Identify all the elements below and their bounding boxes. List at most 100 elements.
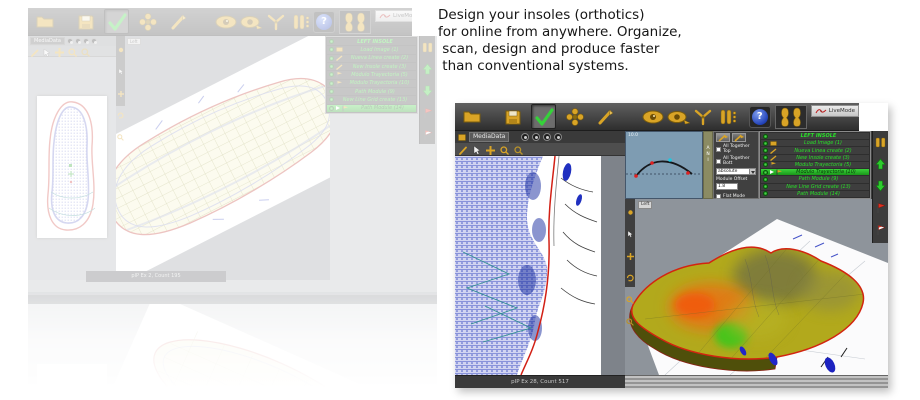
rotate-icon[interactable] bbox=[117, 104, 124, 123]
calibration-flower-icon[interactable] bbox=[562, 104, 587, 129]
all-together-top-checkbox[interactable] bbox=[716, 147, 721, 152]
nav-first-button[interactable] bbox=[67, 38, 73, 44]
mode-select[interactable]: absolute bbox=[716, 168, 756, 175]
history-step[interactable]: Módulo Trayectoria (5) bbox=[761, 162, 869, 168]
footprints-pair-icon[interactable] bbox=[775, 105, 807, 129]
eye-view-icon[interactable] bbox=[640, 104, 665, 129]
help-button[interactable]: ? bbox=[313, 11, 335, 33]
eye-design-icon[interactable] bbox=[238, 9, 263, 34]
insole-compare-icon[interactable] bbox=[715, 104, 740, 129]
rotate-icon[interactable] bbox=[626, 267, 634, 286]
light-icon[interactable] bbox=[118, 38, 124, 57]
history-step-selected[interactable]: Módulo Trayectoria (10) bbox=[761, 169, 869, 175]
flag-red-icon[interactable] bbox=[876, 199, 886, 218]
nav-last-button[interactable] bbox=[554, 133, 562, 141]
history-step[interactable]: Nueva Linea create (2) bbox=[327, 55, 416, 62]
nav-next-button[interactable] bbox=[543, 133, 551, 141]
scan-view[interactable] bbox=[455, 156, 625, 375]
step-enabled-icon[interactable] bbox=[763, 184, 768, 189]
save-icon[interactable] bbox=[500, 104, 525, 129]
step-enabled-icon[interactable] bbox=[763, 191, 768, 196]
move-cross-icon[interactable] bbox=[627, 245, 634, 264]
history-step[interactable]: New Insole create (3) bbox=[761, 155, 869, 161]
footprints-pair-icon[interactable] bbox=[339, 10, 371, 34]
history-step[interactable]: New Insole create (3) bbox=[327, 63, 416, 70]
history-step[interactable]: Path Module (14) bbox=[761, 191, 869, 197]
zoom-in-icon[interactable] bbox=[626, 311, 634, 330]
history-step[interactable]: Load Image (1) bbox=[327, 46, 416, 53]
step-enabled-icon[interactable] bbox=[763, 148, 768, 153]
all-together-bott-checkbox[interactable] bbox=[716, 159, 721, 164]
confirm-check-icon[interactable] bbox=[104, 9, 129, 34]
folder-icon[interactable] bbox=[459, 104, 484, 129]
step-enabled-icon[interactable] bbox=[763, 141, 768, 146]
preview-side-slider[interactable]: A N I bbox=[703, 131, 713, 199]
history-step[interactable]: LEFT INSOLE bbox=[327, 38, 416, 45]
history-step[interactable]: New Line Grid create (13) bbox=[761, 184, 869, 190]
nav-prev-button[interactable] bbox=[75, 38, 81, 44]
cursor-icon[interactable] bbox=[43, 42, 51, 61]
history-step[interactable]: Nueva Linea create (2) bbox=[761, 147, 869, 153]
zoom-in-icon[interactable] bbox=[81, 42, 90, 61]
history-step[interactable]: Path Module (9) bbox=[761, 176, 869, 182]
move-down-icon[interactable] bbox=[422, 82, 433, 101]
step-enabled-icon[interactable] bbox=[763, 170, 768, 175]
flag-white-icon[interactable] bbox=[876, 221, 886, 240]
cursor-icon[interactable] bbox=[627, 223, 633, 242]
move-cross-icon[interactable] bbox=[118, 82, 124, 101]
calibration-flower-icon[interactable] bbox=[135, 9, 160, 34]
step-enabled-icon[interactable] bbox=[329, 97, 334, 102]
step-enabled-icon[interactable] bbox=[329, 81, 334, 86]
axis-tool-icon[interactable] bbox=[690, 104, 715, 129]
step-enabled-icon[interactable] bbox=[763, 162, 768, 167]
zoom-out-icon[interactable] bbox=[68, 42, 77, 61]
history-step[interactable]: Path Module (9) bbox=[327, 88, 416, 95]
history-step[interactable]: LEFT INSOLE bbox=[761, 133, 869, 139]
light-icon[interactable] bbox=[627, 201, 634, 220]
insole-compare-icon[interactable] bbox=[288, 9, 313, 34]
confirm-check-icon[interactable] bbox=[531, 104, 556, 129]
tool-b-button[interactable] bbox=[732, 133, 746, 142]
chevron-down-icon[interactable] bbox=[749, 169, 755, 174]
eye-design-icon[interactable] bbox=[665, 104, 690, 129]
flag-white-icon[interactable] bbox=[423, 126, 433, 145]
live-mode-tag[interactable]: LiveMode bbox=[811, 105, 859, 117]
foot-scan-card[interactable] bbox=[37, 96, 107, 238]
save-icon[interactable] bbox=[73, 9, 98, 34]
nav-prev-button[interactable] bbox=[532, 133, 540, 141]
help-button[interactable]: ? bbox=[749, 106, 771, 128]
zoom-icon[interactable] bbox=[117, 126, 124, 145]
history-step-selected[interactable]: Path Module (14) bbox=[327, 105, 416, 112]
step-enabled-icon[interactable] bbox=[329, 106, 334, 111]
pen-knife-icon[interactable] bbox=[593, 104, 618, 129]
design-canvas[interactable]: Left bbox=[116, 36, 330, 280]
step-enabled-icon[interactable] bbox=[329, 39, 334, 44]
step-enabled-icon[interactable] bbox=[329, 64, 334, 69]
tool-a-button[interactable] bbox=[716, 133, 730, 142]
cursor-icon[interactable] bbox=[118, 60, 124, 79]
module-offset-input[interactable]: 1.8 bbox=[716, 183, 738, 190]
step-enabled-icon[interactable] bbox=[329, 72, 334, 77]
design-3d-view[interactable]: Left bbox=[625, 199, 888, 375]
nav-last-button[interactable] bbox=[91, 38, 97, 44]
folder-icon[interactable] bbox=[32, 9, 57, 34]
step-enabled-icon[interactable] bbox=[329, 89, 334, 94]
history-step[interactable]: Módulo Trayectoria (10) bbox=[327, 80, 416, 87]
nav-next-button[interactable] bbox=[83, 38, 89, 44]
nav-first-button[interactable] bbox=[521, 133, 529, 141]
hold-icon[interactable] bbox=[875, 133, 886, 152]
move-up-icon[interactable] bbox=[422, 60, 433, 79]
move-cross-icon[interactable] bbox=[55, 42, 64, 61]
hold-icon[interactable] bbox=[422, 38, 433, 57]
module-curve-preview[interactable]: 10.0 bbox=[625, 131, 703, 199]
step-enabled-icon[interactable] bbox=[763, 177, 768, 182]
move-up-icon[interactable] bbox=[875, 155, 886, 174]
step-enabled-icon[interactable] bbox=[763, 134, 768, 139]
history-step[interactable]: Load Image (1) bbox=[761, 140, 869, 146]
pen-knife-icon[interactable] bbox=[166, 9, 191, 34]
eye-view-icon[interactable] bbox=[213, 9, 238, 34]
move-down-icon[interactable] bbox=[875, 177, 886, 196]
step-enabled-icon[interactable] bbox=[329, 47, 334, 52]
step-enabled-icon[interactable] bbox=[329, 56, 334, 61]
axis-tool-icon[interactable] bbox=[263, 9, 288, 34]
